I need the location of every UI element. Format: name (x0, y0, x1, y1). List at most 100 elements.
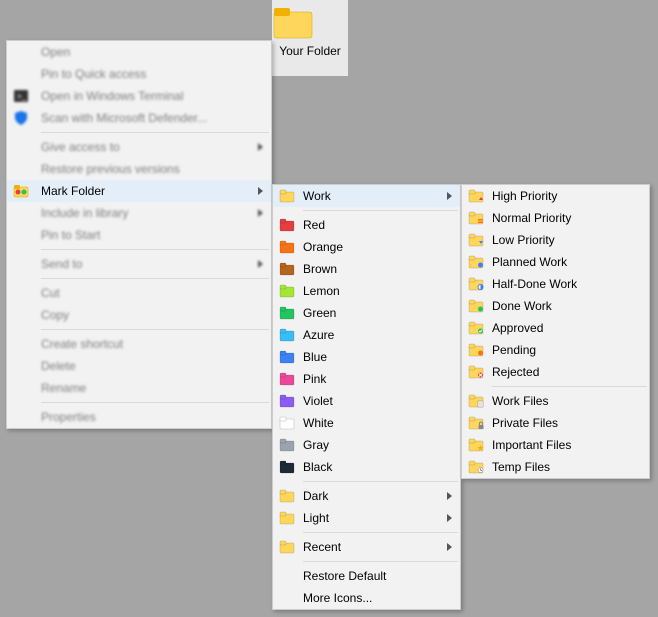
folder-icon (279, 283, 295, 299)
priority-high[interactable]: High Priority (462, 185, 649, 207)
menu-send-to[interactable]: Send to (7, 253, 271, 275)
separator (303, 532, 458, 533)
status-rejected[interactable]: Rejected (462, 361, 649, 383)
menu-give-access[interactable]: Give access to (7, 136, 271, 158)
chevron-right-icon (447, 192, 452, 200)
files-temp[interactable]: Temp Files (462, 456, 649, 478)
folder-icon (279, 539, 295, 555)
menu-create-shortcut[interactable]: Create shortcut (7, 333, 271, 355)
menu-include-library[interactable]: Include in library (7, 202, 271, 224)
separator (303, 210, 458, 211)
priority-normal[interactable]: Normal Priority (462, 207, 649, 229)
terminal-icon: >_ (13, 88, 29, 104)
menu-open[interactable]: Open (7, 41, 271, 63)
separator (303, 561, 458, 562)
folder-icon (468, 232, 484, 248)
folder-icon (279, 393, 295, 409)
folder-icon (279, 437, 295, 453)
work-planned[interactable]: Planned Work (462, 251, 649, 273)
separator (303, 481, 458, 482)
separator (41, 249, 269, 250)
chevron-right-icon (447, 543, 452, 551)
more-icons[interactable]: More Icons... (273, 587, 460, 609)
svg-text:>_: >_ (17, 92, 27, 101)
folder-icon (279, 305, 295, 321)
desktop-folder-label: Your Folder (272, 44, 348, 58)
color-green[interactable]: Green (273, 302, 460, 324)
status-pending[interactable]: Pending (462, 339, 649, 361)
color-black[interactable]: Black (273, 456, 460, 478)
folder-icon (279, 488, 295, 504)
separator (41, 329, 269, 330)
folder-icon (468, 320, 484, 336)
menu-cut[interactable]: Cut (7, 282, 271, 304)
folder-icon (468, 393, 484, 409)
menu-scan-defender[interactable]: Scan with Microsoft Defender... (7, 107, 271, 129)
files-work[interactable]: Work Files (462, 390, 649, 412)
color-lemon[interactable]: Lemon (273, 280, 460, 302)
chevron-right-icon (258, 209, 263, 217)
separator (41, 278, 269, 279)
folder-icon (468, 188, 484, 204)
folder-icon (468, 342, 484, 358)
submenu-work: High Priority Normal Priority Low Priori… (461, 184, 650, 479)
color-azure[interactable]: Azure (273, 324, 460, 346)
priority-low[interactable]: Low Priority (462, 229, 649, 251)
menu-restore-previous[interactable]: Restore previous versions (7, 158, 271, 180)
folder-icon (468, 459, 484, 475)
folder-icon (279, 510, 295, 526)
menu-copy[interactable]: Copy (7, 304, 271, 326)
color-pink[interactable]: Pink (273, 368, 460, 390)
work-half[interactable]: Half-Done Work (462, 273, 649, 295)
chevron-right-icon (258, 260, 263, 268)
folder-icon (468, 298, 484, 314)
separator (41, 132, 269, 133)
color-dark[interactable]: Dark (273, 485, 460, 507)
status-approved[interactable]: Approved (462, 317, 649, 339)
folder-icon (279, 261, 295, 277)
menu-mark-folder[interactable]: Mark Folder (7, 180, 271, 202)
menu-properties[interactable]: Properties (7, 406, 271, 428)
files-important[interactable]: Important Files (462, 434, 649, 456)
shield-icon (13, 110, 29, 126)
folder-icon (468, 254, 484, 270)
color-light[interactable]: Light (273, 507, 460, 529)
color-red[interactable]: Red (273, 214, 460, 236)
color-violet[interactable]: Violet (273, 390, 460, 412)
color-white[interactable]: White (273, 412, 460, 434)
color-blue[interactable]: Blue (273, 346, 460, 368)
folder-icon (279, 349, 295, 365)
folder-icon (468, 210, 484, 226)
chevron-right-icon (258, 143, 263, 151)
color-orange[interactable]: Orange (273, 236, 460, 258)
color-brown[interactable]: Brown (273, 258, 460, 280)
folder-icon (272, 6, 348, 40)
mark-folder-icon (13, 183, 29, 199)
folder-icon (468, 415, 484, 431)
folder-icon (279, 239, 295, 255)
menu-pin-quick-access[interactable]: Pin to Quick access (7, 63, 271, 85)
separator (41, 402, 269, 403)
context-menu-main: Open Pin to Quick access >_ Open in Wind… (6, 40, 272, 429)
chevron-right-icon (447, 514, 452, 522)
color-work[interactable]: Work (273, 185, 460, 207)
folder-icon (279, 371, 295, 387)
submenu-colors: Work Red Orange Brown Lemon Green Azure … (272, 184, 461, 610)
files-private[interactable]: Private Files (462, 412, 649, 434)
restore-default[interactable]: Restore Default (273, 565, 460, 587)
folder-icon (279, 188, 295, 204)
separator (492, 386, 647, 387)
menu-delete[interactable]: Delete (7, 355, 271, 377)
color-gray[interactable]: Gray (273, 434, 460, 456)
desktop-folder[interactable]: Your Folder (272, 0, 348, 76)
menu-open-terminal[interactable]: >_ Open in Windows Terminal (7, 85, 271, 107)
color-recent[interactable]: Recent (273, 536, 460, 558)
menu-pin-start[interactable]: Pin to Start (7, 224, 271, 246)
folder-icon (279, 415, 295, 431)
folder-icon (468, 276, 484, 292)
chevron-right-icon (447, 492, 452, 500)
menu-rename[interactable]: Rename (7, 377, 271, 399)
chevron-right-icon (258, 187, 263, 195)
work-done[interactable]: Done Work (462, 295, 649, 317)
folder-icon (468, 437, 484, 453)
